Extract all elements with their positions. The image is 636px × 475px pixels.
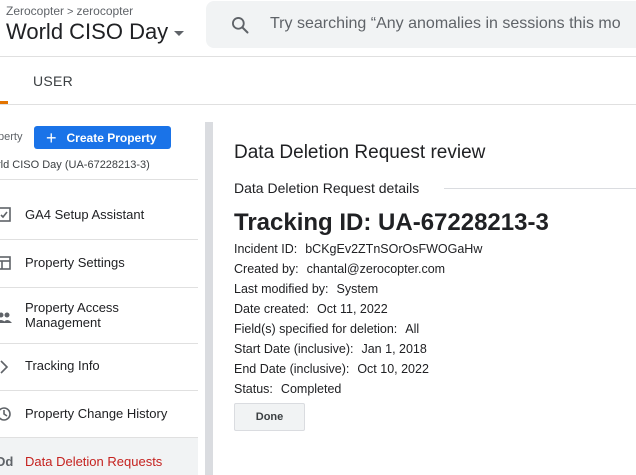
sidebar-item-label: Property Settings — [25, 255, 125, 270]
detail-fields: Field(s) specified for deletion: All — [234, 322, 420, 336]
detail-last-modified: Last modified by: System — [234, 282, 379, 296]
history-icon — [0, 407, 11, 421]
sidebar-item-change-history[interactable]: Property Change History — [0, 391, 198, 438]
account-title: World CISO Day — [6, 19, 169, 44]
sidebar-item-property-access[interactable]: Property Access Management — [0, 288, 198, 345]
detail-start-date: Start Date (inclusive): Jan 1, 2018 — [234, 342, 427, 356]
breadcrumb: Zerocopter > zerocopter — [6, 4, 133, 18]
people-icon — [0, 312, 12, 323]
layout-icon — [0, 256, 11, 270]
section-divider — [444, 188, 636, 189]
property-column: perty + Create Property rld CISO Day (UA… — [0, 105, 205, 475]
property-selector[interactable]: rld CISO Day (UA-67228213-3) — [0, 159, 150, 171]
sidebar-item-tracking-info[interactable]: Tracking Info — [0, 344, 198, 391]
sidebar-item-ga4-setup[interactable]: GA4 Setup Assistant — [0, 180, 198, 227]
sidebar-item-data-deletion[interactable]: Dd Data Deletion Requests — [0, 438, 198, 475]
plus-icon: + — [46, 127, 57, 148]
sidebar-item-label: GA4 Setup Assistant — [25, 207, 145, 222]
search-input[interactable]: Try searching “Any anomalies in sessions… — [270, 15, 621, 33]
property-label: perty — [0, 131, 23, 143]
detail-date-created: Date created: Oct 11, 2022 — [234, 302, 388, 316]
section-title: Data Deletion Request details — [234, 180, 420, 196]
clipboard-check-icon — [0, 207, 11, 222]
tab-user[interactable]: USER — [33, 73, 73, 89]
detail-incident-id: Incident ID: bCKgEv2ZTnSOrOsFWOGaHw — [234, 242, 483, 256]
sidebar-item-label: Property Change History — [25, 406, 168, 421]
app-header: Zerocopter > zerocopter World CISO Day Try… — [0, 0, 636, 56]
detail-end-date: End Date (inclusive): Oct 10, 2022 — [234, 362, 429, 376]
caret-down-icon — [174, 30, 185, 36]
dd-icon: Dd — [0, 454, 14, 469]
create-property-label: Create Property — [66, 130, 157, 145]
breadcrumb-account[interactable]: Zerocopter — [6, 4, 64, 18]
create-property-button[interactable]: + Create Property — [34, 126, 171, 149]
sidebar-item-label: Data Deletion Requests — [25, 454, 163, 469]
sidebar-item-label: Property Access Management — [25, 300, 119, 330]
search-bar[interactable]: Try searching “Any anomalies in sessions… — [206, 1, 636, 48]
search-icon — [232, 17, 249, 34]
detail-status: Status: Completed — [234, 382, 342, 396]
sidebar-item-property-settings[interactable]: Property Settings — [0, 240, 198, 287]
tracking-id: Tracking ID: UA-67228213-3 — [234, 209, 549, 236]
account-selector[interactable]: World CISO Day — [6, 19, 185, 45]
detail-created-by: Created by: chantal@zerocopter.com — [234, 262, 446, 276]
chevron-right-icon — [0, 360, 9, 374]
sidebar-item-label: Tracking Info — [25, 358, 100, 373]
done-button[interactable]: Done — [234, 403, 305, 431]
page-title: Data Deletion Request review — [234, 142, 486, 163]
chevron-right-icon: > — [67, 6, 74, 18]
admin-tabs: USER — [0, 57, 636, 104]
breadcrumb-property[interactable]: zerocopter — [76, 4, 133, 18]
column-scrollbar[interactable] — [205, 122, 213, 475]
